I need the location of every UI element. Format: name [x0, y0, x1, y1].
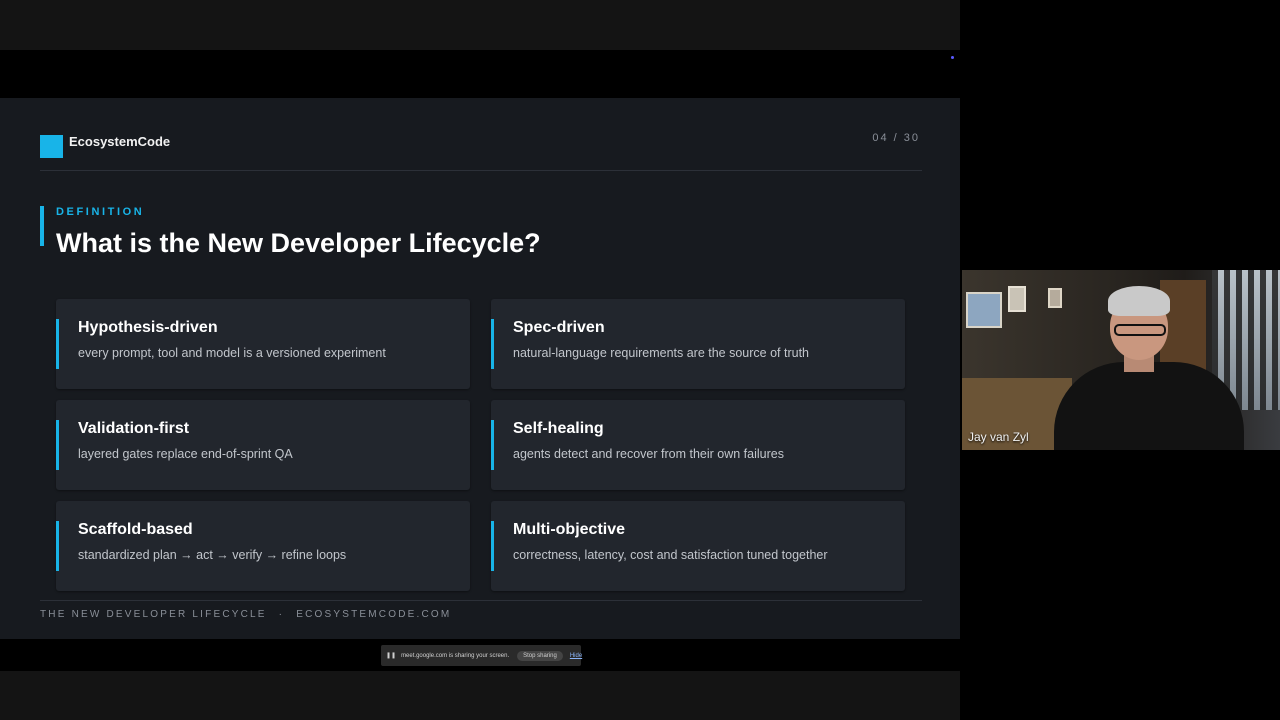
card-title: Hypothesis-driven: [78, 319, 218, 336]
footer-url: ECOSYSTEMCODE.COM: [296, 609, 452, 620]
wall-picture: [966, 292, 1002, 328]
card-title: Spec-driven: [513, 319, 605, 336]
card-title: Self-healing: [513, 420, 604, 437]
card-description: layered gates replace end-of-sprint QA: [78, 447, 293, 461]
card-title: Multi-objective: [513, 521, 626, 538]
card-accent-bar: [56, 319, 59, 369]
black-band: [0, 50, 960, 98]
card-accent-bar: [56, 521, 59, 571]
section-eyebrow: DEFINITION: [56, 206, 145, 218]
card-hypothesis-driven: Hypothesis-driven every prompt, tool and…: [56, 299, 470, 389]
card-description: correctness, latency, cost and satisfact…: [513, 548, 828, 562]
participant-hair: [1108, 286, 1170, 316]
card-description: standardized plan → act → verify → refin…: [78, 548, 347, 562]
hide-link[interactable]: Hide: [570, 653, 582, 659]
card-description: every prompt, tool and model is a versio…: [78, 346, 386, 360]
participant-name: Jay van Zyl: [968, 430, 1029, 444]
section-accent-bar: [40, 206, 44, 246]
card-title: Validation-first: [78, 420, 190, 437]
share-message: meet.google.com is sharing your screen.: [401, 652, 510, 659]
card-accent-bar: [56, 420, 59, 470]
top-letterbox: [0, 0, 960, 50]
card-accent-bar: [491, 319, 494, 369]
footer-title: THE NEW DEVELOPER LIFECYCLE: [40, 609, 267, 620]
participant-glasses: [1114, 324, 1166, 336]
indicator-dot: [951, 56, 954, 59]
wall-picture: [1048, 288, 1062, 308]
brand-name: EcosystemCode: [69, 134, 171, 149]
card-accent-bar: [491, 420, 494, 470]
slide-footer: THE NEW DEVELOPER LIFECYCLE · ECOSYSTEMCOD…: [40, 609, 451, 620]
page-counter: 04 / 30: [872, 132, 920, 144]
participant-body: [1054, 362, 1244, 450]
card-self-healing: Self-healing agents detect and recover f…: [491, 400, 905, 490]
stop-sharing-button[interactable]: Stop sharing: [517, 650, 563, 661]
card-accent-bar: [491, 521, 494, 571]
wall-picture: [1008, 286, 1026, 312]
screen-share-notification: ❚❚ meet.google.com is sharing your scree…: [381, 645, 582, 666]
card-description: agents detect and recover from their own…: [513, 447, 784, 461]
card-description: natural-language requirements are the so…: [513, 346, 810, 360]
card-multi-objective: Multi-objective correctness, latency, co…: [491, 501, 905, 591]
bottom-letterbox: [0, 671, 960, 720]
slide: EcosystemCode 04 / 30 DEFINITION What is…: [0, 98, 960, 639]
participant-video-tile[interactable]: Jay van Zyl: [962, 270, 1280, 450]
footer-divider: [40, 600, 922, 601]
card-scaffold-based: Scaffold-based standardized plan → act →…: [56, 501, 470, 591]
header-divider: [40, 170, 922, 171]
slide-title: What is the New Developer Lifecycle?: [56, 228, 541, 258]
card-validation-first: Validation-first layered gates replace e…: [56, 400, 470, 490]
pause-icon: ❚❚: [386, 653, 397, 659]
card-title: Scaffold-based: [78, 521, 193, 538]
brand-logo-icon: [40, 135, 63, 158]
footer-separator: ·: [278, 609, 285, 620]
card-spec-driven: Spec-driven natural-language requirement…: [491, 299, 905, 389]
